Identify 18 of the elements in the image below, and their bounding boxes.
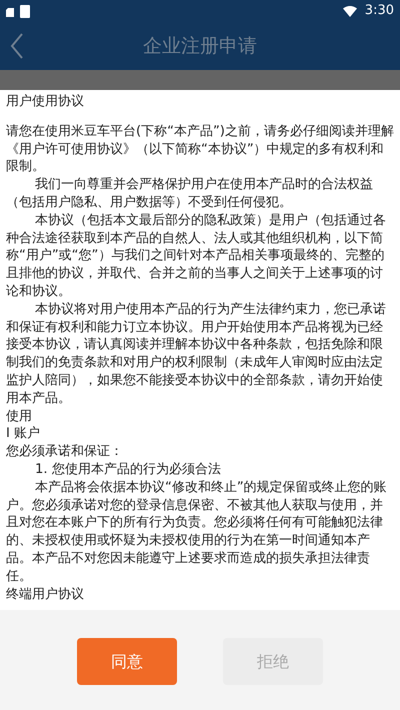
agree-button[interactable]: 同意 [77, 638, 177, 685]
agreement-paragraph: 1. 您使用本产品的行为必须合法 [34, 460, 222, 479]
agreement-paragraph: 请您在使用米豆车平台(下称“本产品”)之前，请务必仔细阅读并理解《用户许可使用协议》（以下简称“本协议”）中规定的多有权利和限制。 [6, 122, 394, 176]
agreement-paragraph: 您必须承诺和保证： [6, 443, 124, 461]
agreement-paragraph: 本产品将会依据本协议“修改和终止”的规定保留或终止您的账户。您必须承诺对您的登录信息保密、不被其他人获取与使用，并且对您在本账户下的所有行为负责。您必须将任何有可能触犯法律的、未授权使用或怀疑为未授权使用的行为在第一时间通知本产品。本产品不对您因未能遵守上述要求而造成的损失承担法律责任。 [6, 478, 388, 586]
notification-icon [6, 5, 16, 17]
agreement-paragraph: Ⅰ 账户 [6, 425, 42, 444]
agreement-paragraph: 本协议（包括本文最后部分的隐私政策）是用户（包括通过各种合法途径获取到本产品的自然人、法人或其他组织机构，以下简称“用户”或“您”）与我们之间针对本产品相关事项最终的、完整的且排他的协议，并取代、合并之前的当事人之间关于上述事项的讨论和协议。 [6, 212, 388, 301]
wifi-icon [342, 6, 357, 16]
agreement-paragraph: 本协议将对用户使用本产品的行为产生法律约束力，您已承诺和保证有权利和能力订立本协议。用户开始使用本产品将视为已经接受本协议，请认真阅读并理解本协议中各种条款，包括免除和限制我们的免责条款和对用户的权利限制（未成年人审阅时应由法定监护人陪同），如果您不能接受本协议中的全部条款，请勿开始使用本产品。 [6, 300, 388, 408]
agreement-title: 用户使用协议 [6, 93, 85, 111]
back-icon[interactable] [10, 33, 24, 59]
clock-time: 3:30 [364, 2, 394, 20]
agreement-paragraph: 我们一向尊重并会严格保护用户在使用本产品时的合法权益（包括用户隐私、用户数据等）不受到任何侵犯。 [6, 176, 374, 212]
agreement-paragraph: 使用 [6, 408, 33, 426]
agreement-paragraph: 终端用户协议 [6, 586, 85, 604]
page-title: 企业注册申请 [143, 34, 257, 59]
notification-icon [20, 4, 30, 18]
